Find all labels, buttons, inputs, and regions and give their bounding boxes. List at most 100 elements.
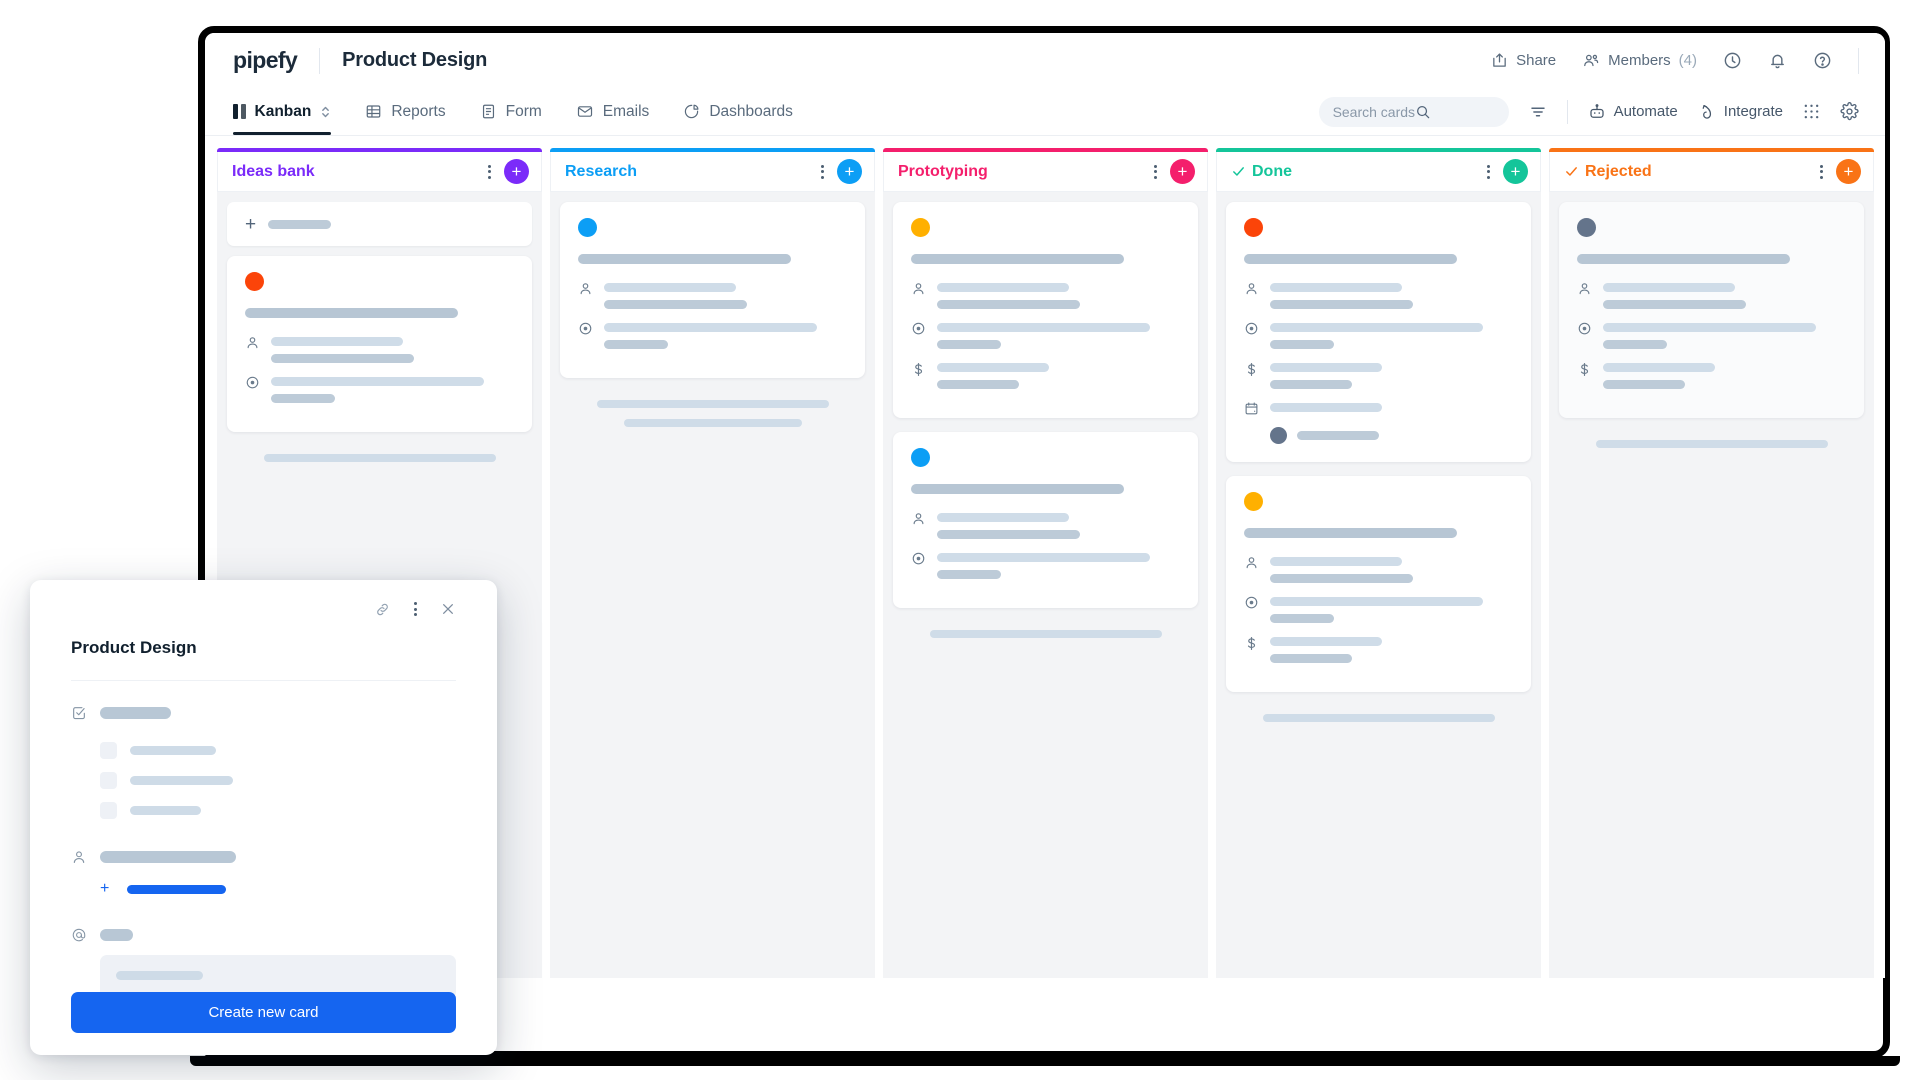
modal-checkbox-option[interactable] bbox=[71, 802, 456, 819]
tab-dashboards[interactable]: Dashboards bbox=[683, 88, 793, 135]
column-kebab-icon[interactable] bbox=[1817, 162, 1826, 182]
history-icon[interactable] bbox=[1723, 51, 1742, 70]
tab-form[interactable]: Form bbox=[480, 88, 542, 135]
skeleton-bar bbox=[263, 454, 496, 462]
create-new-card-button[interactable]: Create new card bbox=[71, 992, 456, 1033]
column-header: Prototyping + bbox=[883, 152, 1208, 192]
skeleton-bar bbox=[271, 377, 484, 386]
column-title-label: Done bbox=[1252, 162, 1292, 180]
column-skeleton bbox=[227, 446, 532, 462]
logo-divider bbox=[319, 47, 321, 74]
add-card-row[interactable]: + bbox=[227, 202, 532, 246]
members-button[interactable]: Members (4) bbox=[1582, 52, 1697, 69]
skeleton-bar bbox=[1595, 440, 1828, 448]
modal-kebab-icon[interactable] bbox=[411, 599, 420, 619]
share-label: Share bbox=[1516, 52, 1557, 69]
skeleton-bar bbox=[1270, 654, 1352, 663]
column-header: Rejected + bbox=[1549, 152, 1874, 192]
search-input[interactable]: Search cards bbox=[1318, 96, 1509, 127]
kanban-card[interactable] bbox=[1226, 202, 1531, 462]
tab-reports[interactable]: Reports bbox=[365, 88, 446, 135]
help-icon[interactable] bbox=[1813, 51, 1832, 70]
column-add-card-button[interactable]: + bbox=[1836, 159, 1861, 184]
column-add-card-button[interactable]: + bbox=[837, 159, 862, 184]
skeleton-bar bbox=[937, 363, 1049, 372]
kanban-card[interactable] bbox=[1559, 202, 1864, 418]
column-kebab-icon[interactable] bbox=[818, 162, 827, 182]
column-actions: + bbox=[1484, 159, 1528, 184]
top-bar: pipefy Product Design Share Members (4) bbox=[205, 33, 1885, 88]
column-kebab-icon[interactable] bbox=[485, 162, 494, 182]
column-kebab-icon[interactable] bbox=[1151, 162, 1160, 182]
target-icon bbox=[245, 374, 260, 403]
column-title: Research bbox=[565, 163, 637, 181]
skeleton-bar bbox=[1603, 340, 1667, 349]
column-title: Prototyping bbox=[898, 163, 988, 181]
column-add-card-button[interactable]: + bbox=[1503, 159, 1528, 184]
share-button[interactable]: Share bbox=[1491, 52, 1556, 69]
skeleton-bar bbox=[937, 553, 1150, 562]
apps-grid-icon[interactable] bbox=[1803, 103, 1820, 120]
integrate-button[interactable]: Integrate bbox=[1698, 103, 1783, 121]
card-field-person bbox=[578, 280, 847, 309]
close-icon[interactable] bbox=[440, 601, 456, 617]
automate-button[interactable]: Automate bbox=[1588, 103, 1678, 121]
person-icon bbox=[578, 280, 593, 309]
skeleton-bar bbox=[1270, 597, 1483, 606]
tab-kanban[interactable]: Kanban bbox=[233, 88, 332, 135]
target-icon bbox=[911, 550, 926, 579]
skeleton-bar-blue bbox=[127, 884, 227, 894]
link-icon[interactable] bbox=[374, 601, 391, 618]
card-field-target bbox=[1577, 320, 1846, 349]
skeleton-bar bbox=[929, 630, 1162, 638]
gear-icon[interactable] bbox=[1840, 102, 1859, 121]
pipefy-logo[interactable]: pipefy bbox=[233, 47, 298, 74]
modal-add-link[interactable]: + bbox=[71, 881, 456, 897]
card-field-lines bbox=[1603, 320, 1846, 349]
card-label-dot bbox=[1577, 218, 1596, 237]
checkbox-box[interactable] bbox=[100, 772, 117, 789]
filter-icon[interactable] bbox=[1529, 103, 1547, 121]
members-count: (4) bbox=[1678, 52, 1697, 69]
card-field-lines bbox=[1603, 280, 1846, 309]
checkbox-box[interactable] bbox=[100, 742, 117, 759]
skeleton-bar bbox=[604, 340, 668, 349]
card-label-dot bbox=[245, 272, 264, 291]
skeleton-bar bbox=[100, 851, 236, 863]
card-field-person bbox=[911, 280, 1180, 309]
kanban-card[interactable] bbox=[893, 202, 1198, 418]
column-title-label: Rejected bbox=[1585, 162, 1652, 180]
column-add-card-button[interactable]: + bbox=[504, 159, 529, 184]
card-field-target bbox=[911, 550, 1180, 579]
modal-field-email bbox=[71, 927, 456, 943]
envelope-icon bbox=[576, 103, 594, 120]
modal-checkbox-option[interactable] bbox=[71, 742, 456, 759]
skeleton-bar bbox=[937, 513, 1069, 522]
skeleton-bar bbox=[271, 394, 335, 403]
skeleton-bar bbox=[1270, 574, 1413, 583]
tab-emails[interactable]: Emails bbox=[576, 88, 649, 135]
tab-reports-label: Reports bbox=[391, 102, 446, 120]
kanban-card[interactable] bbox=[560, 202, 865, 378]
person-icon bbox=[245, 334, 260, 363]
tab-form-label: Form bbox=[505, 102, 542, 120]
column-title: Done bbox=[1231, 163, 1292, 181]
kanban-card[interactable] bbox=[893, 432, 1198, 608]
card-field-lines bbox=[1270, 320, 1513, 349]
card-field-lines bbox=[1270, 634, 1513, 663]
column-add-card-button[interactable]: + bbox=[1170, 159, 1195, 184]
card-label-dot bbox=[1244, 218, 1263, 237]
modal-checkbox-option[interactable] bbox=[71, 772, 456, 789]
kanban-column: Prototyping + bbox=[883, 148, 1208, 978]
checkbox-box[interactable] bbox=[100, 802, 117, 819]
bell-icon[interactable] bbox=[1768, 51, 1787, 70]
skeleton-bar bbox=[1270, 300, 1413, 309]
card-field-person bbox=[245, 334, 514, 363]
kanban-card[interactable] bbox=[227, 256, 532, 432]
person-icon bbox=[1244, 554, 1259, 583]
column-kebab-icon[interactable] bbox=[1484, 162, 1493, 182]
card-field-calendar bbox=[1244, 400, 1513, 416]
chevron-updown-icon[interactable] bbox=[320, 104, 331, 120]
skeleton-bar bbox=[1603, 283, 1735, 292]
kanban-card[interactable] bbox=[1226, 476, 1531, 692]
